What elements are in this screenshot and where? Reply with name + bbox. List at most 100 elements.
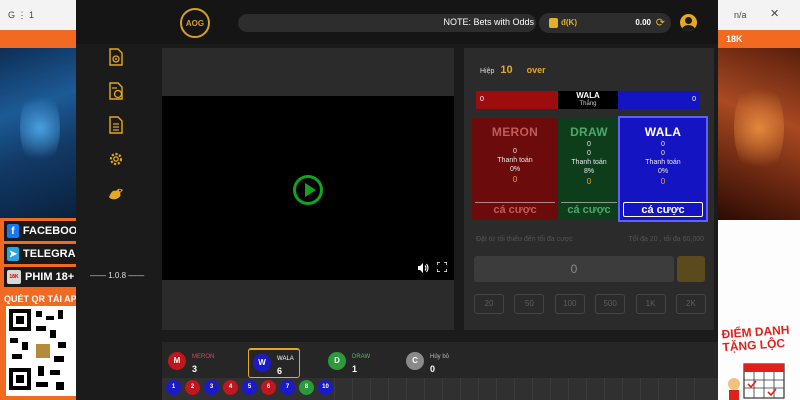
bet-options: MERON 0 Thanh toán 0% 0 cá cược DRAW 0 0… — [472, 116, 708, 222]
winner-box: WALA Thắng — [558, 91, 618, 109]
rooster-icon[interactable] — [107, 184, 125, 202]
site-header-strip — [0, 30, 76, 48]
game-header: AOG NOTE: Bets with Odds đ(K) 0.00 ⟳ — [76, 0, 718, 44]
meron-score: 0 — [476, 91, 558, 109]
chip-button[interactable]: 20 — [474, 294, 504, 314]
gear-icon[interactable] — [107, 150, 125, 168]
bet-confirm-button[interactable] — [677, 256, 705, 282]
result-tab-cancel[interactable]: C Hủy bỏ 0 — [406, 348, 466, 378]
calendar-illustration — [728, 363, 785, 400]
refresh-icon[interactable]: ⟳ — [656, 16, 665, 29]
fullscreen-icon[interactable] — [437, 262, 447, 272]
bet-panel: Hiệp 10 over 0 WALA Thắng 0 MERON 0 Than… — [464, 48, 714, 330]
result-badge: C — [406, 352, 424, 370]
social-phim-link[interactable]: 18K PHIM 18+ — [4, 267, 76, 287]
sidebar: —— 1.0.8 —— — [76, 44, 156, 344]
bet-limit-range: Tối đa 20 , tối đa 60,000 — [628, 236, 705, 243]
social-facebook-link[interactable]: f FACEBOOK — [4, 221, 76, 241]
history-dot: 7 — [280, 380, 295, 395]
chip-button[interactable]: 100 — [554, 294, 585, 314]
video-top-bar — [162, 48, 454, 96]
result-name: DRAW — [352, 354, 371, 360]
bet-card-payout: 0 — [586, 177, 592, 186]
bet-card-title: WALA — [644, 125, 682, 139]
result-name: MERON — [192, 354, 215, 360]
bet-card-payout: 0 — [512, 175, 518, 184]
bet-limit-hint: Đặt từ tối thiểu đến tối đa cược — [476, 236, 573, 243]
site-banner-text: 18K — [726, 34, 743, 44]
result-count: 0 — [430, 364, 436, 374]
result-name: WALA — [277, 356, 294, 362]
site-banner-left[interactable] — [0, 48, 76, 220]
phim18k-icon: 18K — [7, 270, 21, 284]
history-dots: 1 2 3 4 5 6 7 8 10 — [166, 380, 333, 396]
round-label: Hiệp — [480, 68, 495, 75]
play-icon[interactable] — [293, 175, 323, 205]
winner-label: Thắng — [579, 101, 597, 107]
aog-logo[interactable]: AOG — [180, 8, 210, 38]
history-dot: 5 — [242, 380, 257, 395]
volume-icon[interactable] — [417, 262, 429, 274]
bet-button-wala[interactable]: cá cược — [623, 202, 703, 217]
bet-card-value: 0 — [587, 150, 591, 157]
chip-button[interactable]: 50 — [514, 294, 545, 314]
bet-card-label: Thanh toán — [497, 157, 533, 164]
result-count: 1 — [352, 364, 358, 374]
document-coin-icon[interactable] — [107, 82, 125, 100]
wallet-currency: đ(K) — [561, 18, 577, 27]
user-avatar-icon[interactable] — [680, 14, 697, 31]
bet-card-value: 0 — [587, 141, 591, 148]
bet-card-title: MERON — [491, 125, 539, 139]
history-dot: 2 — [185, 380, 200, 395]
close-icon[interactable]: ✕ — [770, 7, 779, 20]
bet-button-meron[interactable]: cá cược — [475, 202, 555, 217]
notice-marquee: NOTE: Bets with Odds — [238, 14, 536, 32]
bet-card-title: DRAW — [570, 125, 608, 139]
document-settings-icon[interactable] — [107, 48, 125, 66]
wala-score: 0 — [618, 91, 700, 109]
bet-amount-input[interactable] — [474, 256, 674, 282]
browser-tab-text-right[interactable]: n/a — [734, 10, 747, 20]
site-banner-right[interactable] — [718, 48, 800, 220]
round-status: over — [526, 65, 546, 75]
bet-card-meron[interactable]: MERON 0 Thanh toán 0% 0 cá cược — [472, 118, 558, 220]
chip-button[interactable]: 1K — [635, 294, 666, 314]
wallet-balance[interactable]: đ(K) 0.00 ⟳ — [539, 13, 671, 33]
coin-icon — [549, 18, 558, 28]
social-label: TELEGRAM — [23, 248, 76, 260]
telegram-icon: ➤ — [7, 247, 20, 261]
app-version: —— 1.0.8 —— — [90, 271, 145, 280]
result-tab-meron[interactable]: M MERON 3 — [168, 348, 238, 378]
bet-card-value: 8% — [583, 168, 595, 175]
browser-tab-text[interactable]: G ⋮ 1 — [8, 10, 34, 21]
round-number: 10 — [500, 64, 513, 76]
chip-button[interactable]: 500 — [595, 294, 626, 314]
bet-card-value: 0% — [509, 166, 521, 173]
bet-card-value: 0% — [657, 168, 669, 175]
history-dot: 8 — [299, 380, 314, 395]
qr-label: QUÉT QR TẢI APP — [4, 294, 76, 304]
bet-card-draw[interactable]: DRAW 0 0 Thanh toán 8% 0 cá cược — [558, 118, 620, 220]
history-dot: 6 — [261, 380, 276, 395]
social-telegram-link[interactable]: ➤ TELEGRAM — [4, 244, 76, 264]
result-tab-wala[interactable]: W WALA 6 — [248, 348, 300, 378]
notice-text: NOTE: Bets with Odds — [443, 17, 534, 27]
result-badge: D — [328, 352, 346, 370]
list-document-icon[interactable] — [107, 116, 125, 134]
checkin-promo[interactable]: ĐIỂM DANH TẶNG LỘC — [721, 323, 791, 355]
bet-card-wala[interactable]: WALA 0 0 Thanh toán 0% 0 cá cược — [618, 116, 708, 222]
chip-button[interactable]: 2K — [675, 294, 706, 314]
result-count: 3 — [192, 364, 198, 374]
results-panel: M MERON 3 W WALA 6 D DRAW 1 C Hủy bỏ 0 1… — [162, 342, 718, 400]
result-badge: W — [253, 354, 271, 372]
facebook-icon: f — [7, 224, 19, 238]
bet-card-label: Thanh toán — [571, 159, 607, 166]
video-player[interactable] — [162, 96, 454, 280]
result-badge: M — [168, 352, 186, 370]
qr-code — [6, 306, 76, 396]
scoreboard: 0 WALA Thắng 0 — [476, 91, 700, 109]
bet-button-draw[interactable]: cá cược — [561, 202, 617, 217]
history-dot: 4 — [223, 380, 238, 395]
result-tab-draw[interactable]: D DRAW 1 — [328, 348, 388, 378]
bet-card-label: Thanh toán — [645, 159, 681, 166]
